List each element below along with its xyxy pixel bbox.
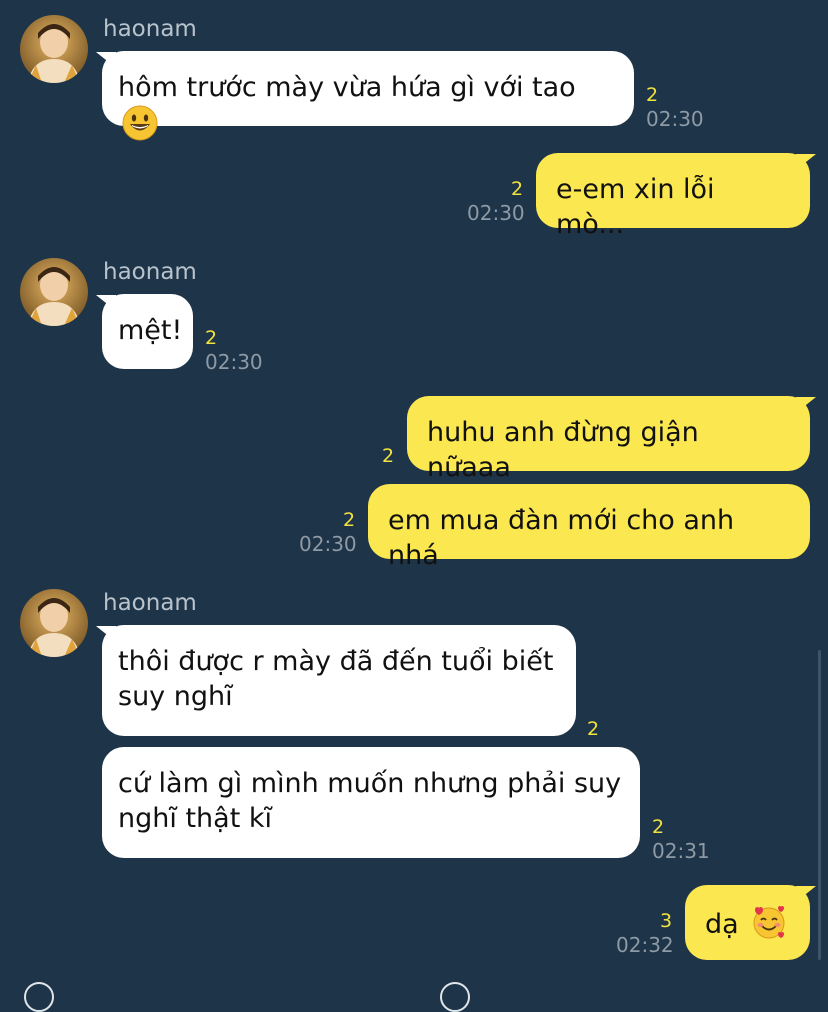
unread-count: 2 bbox=[511, 178, 524, 200]
emoji-icon[interactable] bbox=[24, 982, 54, 1012]
timestamp: 02:30 bbox=[646, 107, 704, 131]
unread-count: 2 bbox=[382, 445, 395, 467]
scrollbar[interactable] bbox=[818, 650, 821, 960]
sender-name: haonam bbox=[103, 259, 197, 285]
bubble-tail bbox=[796, 886, 816, 902]
search-icon[interactable] bbox=[440, 982, 470, 1012]
message-bubble-outgoing[interactable]: huhu anh đừng giận nữaaa bbox=[407, 396, 810, 483]
message-text-line: suy nghĩ bbox=[118, 681, 233, 712]
message-text-line: thôi được r mày đã đến tuổi biết bbox=[118, 646, 554, 677]
message-text: hôm trước mày vừa hứa gì với tao bbox=[118, 72, 576, 103]
message-bubble-outgoing[interactable]: em mua đàn mới cho anh nhá bbox=[368, 484, 810, 571]
message-text: mệt! bbox=[118, 315, 183, 346]
bubble-tail bbox=[796, 397, 816, 413]
unread-count: 2 bbox=[205, 327, 218, 349]
unread-count: 2 bbox=[652, 816, 665, 838]
timestamp: 02:30 bbox=[299, 532, 357, 556]
message-bubble-incoming[interactable]: thôi được r mày đã đến tuổi biết suy ngh… bbox=[102, 625, 576, 736]
smiling-face-with-hearts-emoji-icon bbox=[751, 904, 787, 940]
message-bubble-outgoing[interactable]: dạ bbox=[685, 885, 810, 960]
unread-count: 3 bbox=[660, 910, 673, 932]
message-text: huhu anh đừng giận nữaaa bbox=[427, 417, 699, 483]
timestamp: 02:31 bbox=[652, 839, 710, 863]
message-bubble-incoming[interactable]: cứ làm gì mình muốn nhưng phải suy nghĩ … bbox=[102, 747, 640, 858]
timestamp: 02:30 bbox=[467, 201, 525, 225]
grinning-face-emoji-icon bbox=[122, 105, 158, 141]
message-text: dạ bbox=[705, 909, 739, 940]
avatar[interactable] bbox=[20, 258, 88, 326]
unread-count: 2 bbox=[646, 84, 659, 106]
message-bubble-incoming[interactable]: hôm trước mày vừa hứa gì với tao bbox=[102, 51, 634, 141]
unread-count: 2 bbox=[343, 509, 356, 531]
bubble-tail bbox=[796, 154, 816, 170]
message-bubble-outgoing[interactable]: e-em xin lỗi mò... bbox=[536, 153, 810, 240]
message-text-line: nghĩ thật kĩ bbox=[118, 803, 272, 834]
message-text: e-em xin lỗi mò... bbox=[556, 174, 715, 240]
message-text-line: cứ làm gì mình muốn nhưng phải suy bbox=[118, 768, 622, 799]
message-bubble-incoming[interactable]: mệt! bbox=[102, 294, 193, 369]
avatar[interactable] bbox=[20, 589, 88, 657]
sender-name: haonam bbox=[103, 590, 197, 616]
unread-count: 2 bbox=[587, 718, 600, 740]
sender-name: haonam bbox=[103, 16, 197, 42]
avatar[interactable] bbox=[20, 15, 88, 83]
timestamp: 02:30 bbox=[205, 350, 263, 374]
message-text: em mua đàn mới cho anh nhá bbox=[388, 505, 735, 571]
timestamp: 02:32 bbox=[616, 933, 674, 957]
